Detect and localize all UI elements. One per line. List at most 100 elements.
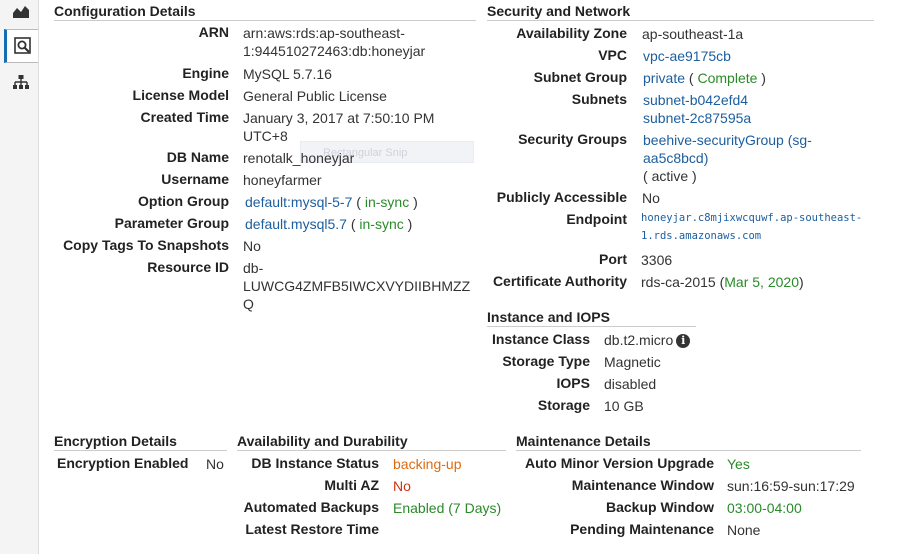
availability-zone-label: Availability Zone bbox=[516, 25, 627, 41]
publicly-accessible-label: Publicly Accessible bbox=[496, 189, 627, 205]
subnet-group-label: Subnet Group bbox=[533, 69, 627, 85]
certificate-authority-date: Mar 5, 2020 bbox=[724, 274, 799, 290]
backup-window-value: 03:00-04:00 bbox=[727, 500, 802, 516]
option-group-status: in-sync bbox=[364, 194, 410, 210]
username-value: honeyfarmer bbox=[243, 172, 322, 188]
encryption-enabled-value: No bbox=[206, 456, 224, 472]
engine-label: Engine bbox=[182, 65, 229, 81]
arn-label: ARN bbox=[198, 24, 229, 40]
storage-type-label: Storage Type bbox=[502, 353, 590, 369]
automated-backups-value: Enabled (7 Days) bbox=[393, 500, 502, 516]
maintenance-details-title: Maintenance Details bbox=[516, 433, 651, 449]
left-sidebar bbox=[0, 0, 39, 554]
license-model-label: License Model bbox=[132, 87, 229, 103]
subnets-list: subnet-b042efd4 subnet-2c87595a bbox=[643, 91, 751, 127]
subnet-group-status: Complete bbox=[697, 70, 758, 86]
iops-value: disabled bbox=[604, 376, 657, 392]
db-instance-status-label: DB Instance Status bbox=[251, 455, 379, 471]
arn-value-line2: 1:944510272463:db:honeyjar bbox=[243, 43, 426, 59]
subnet-group-value: private ( Complete ) bbox=[643, 70, 766, 86]
backup-window-label: Backup Window bbox=[606, 499, 714, 515]
section-divider bbox=[237, 450, 506, 451]
created-time-line2: UTC+8 bbox=[243, 128, 288, 144]
maintenance-window-label: Maintenance Window bbox=[571, 477, 714, 493]
arn-value-line1: arn:aws:rds:ap-southeast- bbox=[243, 25, 405, 41]
resource-id-line1: db- bbox=[243, 260, 264, 276]
security-network-title: Security and Network bbox=[487, 3, 631, 19]
subnets-label: Subnets bbox=[571, 91, 627, 107]
endpoint-line2[interactable]: 1.rds.amazonaws.com bbox=[641, 227, 862, 245]
endpoint-label: Endpoint bbox=[566, 211, 627, 227]
latest-restore-time-label: Latest Restore Time bbox=[245, 521, 379, 537]
copy-tags-value: No bbox=[243, 238, 261, 254]
vpc-link[interactable]: vpc-ae9175cb bbox=[643, 47, 731, 65]
option-group-link[interactable]: default:mysql-5-7 bbox=[245, 194, 352, 210]
resource-id-line3: Q bbox=[243, 296, 254, 312]
created-time-label: Created Time bbox=[140, 109, 229, 125]
instance-iops-title: Instance and IOPS bbox=[487, 309, 610, 325]
security-groups-label: Security Groups bbox=[518, 131, 627, 147]
subnet-link[interactable]: subnet-2c87595a bbox=[643, 109, 751, 127]
availability-zone-value: ap-southeast-1a bbox=[642, 26, 744, 42]
instance-class-label: Instance Class bbox=[491, 331, 590, 347]
multi-az-value: No bbox=[393, 478, 411, 494]
parameter-group-status: in-sync bbox=[359, 216, 404, 232]
inspect-icon[interactable] bbox=[4, 29, 38, 63]
section-divider bbox=[487, 326, 696, 327]
created-time-line1: January 3, 2017 at 7:50:10 PM bbox=[243, 110, 435, 126]
pending-maintenance-value: None bbox=[727, 522, 761, 538]
iops-label: IOPS bbox=[556, 375, 590, 391]
resource-id-line2: LUWCG4ZMFB5IWCXVYDIIBHMZZ bbox=[243, 278, 471, 294]
license-model-value: General Public License bbox=[243, 88, 387, 104]
security-group-link[interactable]: beehive-securityGroup (sg- bbox=[643, 131, 812, 149]
vpc-label: VPC bbox=[598, 47, 627, 63]
db-name-value: renotalk_honeyjar bbox=[243, 150, 355, 166]
parameter-group-value: default.mysql5.7 ( in-sync ) bbox=[245, 216, 413, 232]
encryption-details-title: Encryption Details bbox=[54, 433, 177, 449]
hierarchy-icon[interactable] bbox=[4, 65, 38, 99]
endpoint-line1[interactable]: honeyjar.c8mjixwcquwf.ap-southeast- bbox=[641, 209, 862, 227]
arn-value: arn:aws:rds:ap-southeast- 1:944510272463… bbox=[243, 24, 425, 60]
db-instance-status-value: backing-up bbox=[393, 456, 462, 472]
username-label: Username bbox=[161, 171, 229, 187]
auto-minor-upgrade-label: Auto Minor Version Upgrade bbox=[524, 455, 714, 471]
section-divider bbox=[516, 450, 861, 451]
automated-backups-label: Automated Backups bbox=[243, 499, 379, 515]
availability-durability-title: Availability and Durability bbox=[237, 433, 408, 449]
multi-az-label: Multi AZ bbox=[324, 477, 379, 493]
copy-tags-label: Copy Tags To Snapshots bbox=[63, 237, 229, 253]
instance-class-value: db.t2.micro i bbox=[604, 331, 691, 349]
certificate-authority-name: rds-ca-2015 bbox=[641, 274, 716, 290]
instance-class-text: db.t2.micro bbox=[604, 332, 674, 348]
configuration-details-title: Configuration Details bbox=[54, 3, 196, 19]
chart-icon[interactable] bbox=[4, 0, 38, 28]
db-name-label: DB Name bbox=[166, 149, 229, 165]
storage-value: 10 GB bbox=[604, 398, 644, 414]
subnet-group-link[interactable]: private bbox=[643, 70, 685, 86]
endpoint-value[interactable]: honeyjar.c8mjixwcquwf.ap-southeast- 1.rd… bbox=[641, 209, 862, 245]
resource-id-label: Resource ID bbox=[147, 259, 229, 275]
security-group-link-cont[interactable]: aa5c8bcd) bbox=[643, 149, 812, 167]
encryption-enabled-label: Encryption Enabled bbox=[57, 455, 189, 471]
publicly-accessible-value: No bbox=[642, 190, 660, 206]
option-group-value: default:mysql-5-7 ( in-sync ) bbox=[245, 194, 418, 210]
maintenance-window-value: sun:16:59-sun:17:29 bbox=[727, 478, 855, 494]
parameter-group-link[interactable]: default.mysql5.7 bbox=[245, 216, 347, 232]
info-icon[interactable]: i bbox=[676, 334, 691, 348]
security-groups-value: beehive-securityGroup (sg- aa5c8bcd) ( a… bbox=[643, 131, 812, 184]
pending-maintenance-label: Pending Maintenance bbox=[570, 521, 714, 537]
section-divider bbox=[487, 20, 874, 21]
certificate-authority-value: rds-ca-2015 (Mar 5, 2020) bbox=[641, 274, 804, 290]
certificate-authority-label: Certificate Authority bbox=[492, 273, 627, 289]
section-divider bbox=[54, 20, 476, 21]
port-value: 3306 bbox=[641, 252, 673, 268]
security-group-status: active bbox=[651, 168, 689, 184]
created-time-value: January 3, 2017 at 7:50:10 PM UTC+8 bbox=[243, 109, 434, 145]
option-group-label: Option Group bbox=[138, 193, 229, 209]
port-label: Port bbox=[599, 251, 627, 267]
subnet-link[interactable]: subnet-b042efd4 bbox=[643, 91, 751, 109]
engine-value: MySQL 5.7.16 bbox=[243, 66, 332, 82]
resource-id-value: db- LUWCG4ZMFB5IWCXVYDIIBHMZZ Q bbox=[243, 259, 470, 313]
section-divider bbox=[54, 450, 227, 451]
auto-minor-upgrade-value: Yes bbox=[727, 456, 750, 472]
